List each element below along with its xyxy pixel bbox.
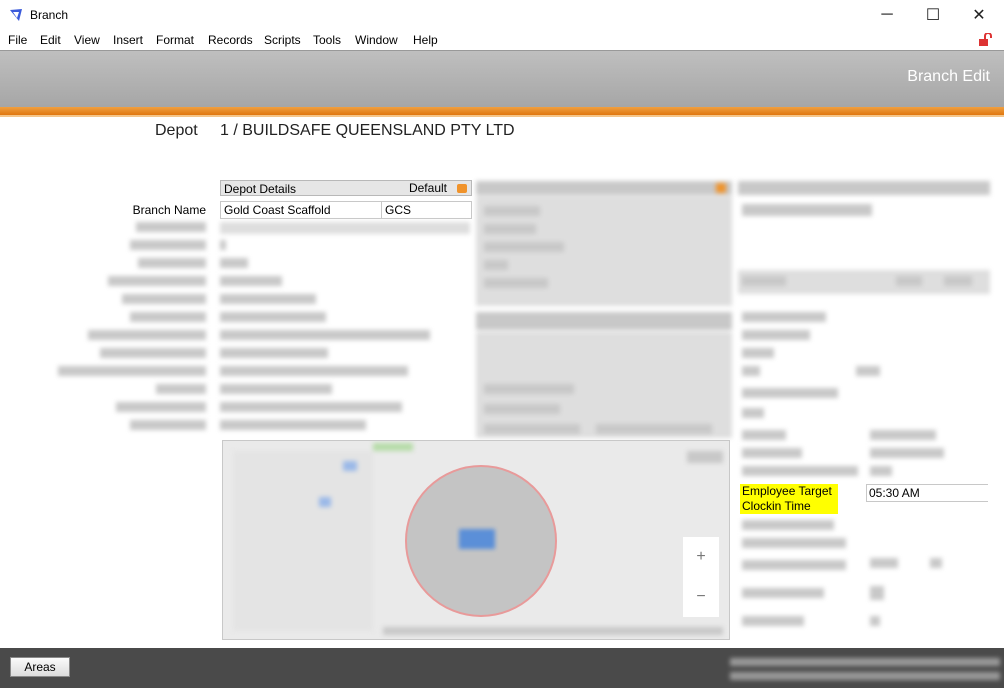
accent-rule <box>0 107 1004 115</box>
map-zoom-control[interactable]: + − <box>683 537 719 617</box>
unlock-icon[interactable] <box>978 33 992 47</box>
depot-details-title: Depot Details <box>224 182 297 196</box>
layout-title: Branch Edit <box>907 68 990 85</box>
menu-scripts[interactable]: Scripts <box>264 33 301 47</box>
menu-help[interactable]: Help <box>413 33 438 47</box>
default-toggle-icon[interactable] <box>457 184 467 193</box>
window-title: Branch <box>30 8 69 22</box>
title-bar: Branch ─ ☐ ✕ <box>0 0 1004 30</box>
maximize-button[interactable]: ☐ <box>910 0 956 30</box>
app-icon <box>10 9 22 21</box>
zoom-out-button[interactable]: − <box>683 577 719 617</box>
employee-clockin-label: Employee Target Clockin Time <box>740 484 838 514</box>
employee-clockin-label-line1: Employee Target <box>742 484 832 498</box>
employee-clockin-field[interactable]: 05:30 AM <box>866 484 988 502</box>
zoom-in-button[interactable]: + <box>683 537 719 577</box>
accent-rule-light <box>0 115 1004 117</box>
areas-button[interactable]: Areas <box>10 657 70 677</box>
default-label: Default <box>408 181 447 195</box>
menu-view[interactable]: View <box>74 33 100 47</box>
branch-name-field[interactable]: Gold Coast Scaffold <box>220 201 382 219</box>
branch-name-label: Branch Name <box>132 203 206 217</box>
branch-code-field[interactable]: GCS <box>381 201 472 219</box>
menu-bar: File Edit View Insert Format Records Scr… <box>0 30 1004 50</box>
maximize-icon: ☐ <box>925 7 941 24</box>
close-button[interactable]: ✕ <box>956 0 1002 30</box>
close-icon: ✕ <box>972 7 986 24</box>
minimize-icon: ─ <box>881 6 893 23</box>
map-pin-icon <box>459 529 495 549</box>
menu-file[interactable]: File <box>8 33 27 47</box>
location-map[interactable]: + − <box>222 440 730 640</box>
employee-clockin-label-line2: Clockin Time <box>742 499 811 513</box>
menu-tools[interactable]: Tools <box>313 33 341 47</box>
menu-format[interactable]: Format <box>156 33 194 47</box>
menu-insert[interactable]: Insert <box>113 33 143 47</box>
layout-header: Branch Edit <box>0 50 1004 107</box>
menu-window[interactable]: Window <box>355 33 398 47</box>
menu-records[interactable]: Records <box>208 33 253 47</box>
minimize-button[interactable]: ─ <box>864 0 910 30</box>
depot-details-header: Depot Details Default <box>220 180 472 196</box>
footer-bar <box>0 648 1004 688</box>
depot-value: 1 / BUILDSAFE QUEENSLAND PTY LTD <box>220 122 515 139</box>
depot-label: Depot <box>155 122 198 139</box>
menu-edit[interactable]: Edit <box>40 33 61 47</box>
